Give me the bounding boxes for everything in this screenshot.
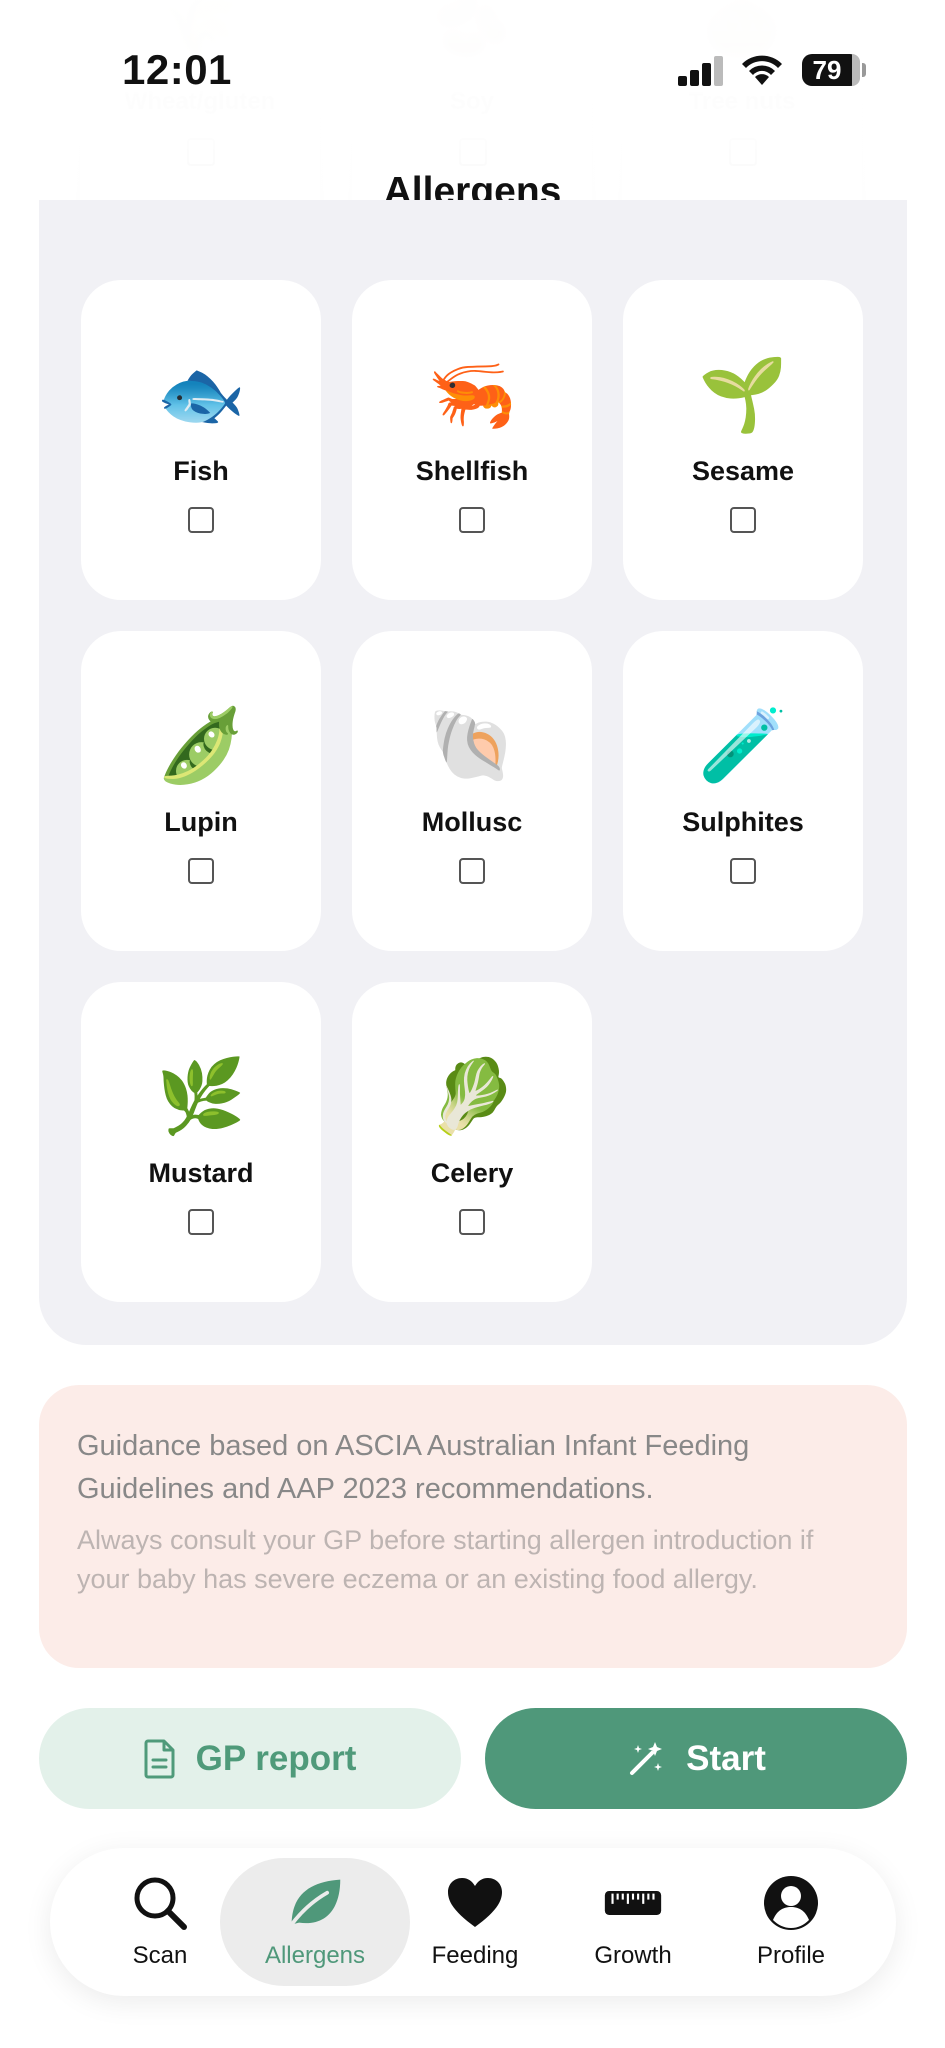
pea-pod-icon: 🫛 [156, 706, 246, 786]
allergen-label: Sesame [691, 456, 795, 486]
status-bar: 12:01 79 [0, 0, 945, 140]
battery-tip [862, 63, 866, 77]
tab-allergens[interactable]: Allergens [220, 1848, 410, 1996]
shell-icon: 🐚 [427, 706, 517, 786]
allergen-checkbox[interactable] [188, 858, 214, 884]
fish-icon: 🐟 [156, 355, 246, 435]
cellular-signal-icon [678, 56, 726, 86]
heart-icon [446, 1874, 504, 1932]
allergen-checkbox[interactable] [459, 1209, 485, 1235]
document-icon [144, 1739, 175, 1778]
allergen-checkbox[interactable] [187, 138, 215, 166]
status-time: 12:01 [122, 46, 232, 93]
allergen-label: Shellfish [415, 456, 529, 486]
start-button[interactable]: Start [485, 1708, 907, 1809]
test-tube-icon: 🧪 [698, 706, 788, 786]
allergen-card-lupin[interactable]: 🫛 Lupin [81, 631, 321, 951]
allergen-label: Mustard [148, 1158, 254, 1188]
allergen-checkbox[interactable] [459, 858, 485, 884]
start-label: Start [686, 1738, 766, 1778]
allergen-label: Mollusc [421, 807, 523, 837]
allergen-label: Sulphites [682, 807, 804, 837]
allergen-label: Celery [430, 1158, 514, 1188]
tab-growth[interactable]: Growth [548, 1848, 718, 1996]
allergen-checkbox[interactable] [188, 507, 214, 533]
allergen-label: Lupin [164, 807, 238, 837]
allergen-card-shellfish[interactable]: 🦐 Shellfish [352, 280, 592, 600]
allergen-card-celery[interactable]: 🥬 Celery [352, 982, 592, 1302]
battery-level: 79 [812, 55, 842, 85]
allergen-checkbox[interactable] [730, 507, 756, 533]
allergen-card-sulphites[interactable]: 🧪 Sulphites [623, 631, 863, 951]
allergen-label: Fish [173, 456, 229, 486]
wifi-icon [742, 55, 782, 85]
allergen-card-mustard[interactable]: 🌿 Mustard [81, 982, 321, 1302]
tab-label: Profile [756, 1942, 826, 1969]
leafy-green-icon: 🥬 [427, 1057, 517, 1137]
guidance-primary-text: Guidance based on ASCIA Australian Infan… [77, 1430, 750, 1505]
allergen-checkbox[interactable] [188, 1209, 214, 1235]
tab-label: Growth [594, 1942, 672, 1969]
guidance-note: Guidance based on ASCIA Australian Infan… [39, 1385, 907, 1668]
allergen-checkbox[interactable] [730, 858, 756, 884]
allergen-checkbox[interactable] [459, 138, 487, 166]
tab-label: Feeding [431, 1942, 519, 1969]
tab-feeding[interactable]: Feeding [390, 1848, 560, 1996]
gp-report-label: GP report [195, 1738, 357, 1778]
allergen-card-mollusc[interactable]: 🐚 Mollusc [352, 631, 592, 951]
shrimp-icon: 🦐 [427, 355, 517, 435]
tab-bar: Scan Allergens Feeding Growth Profile [50, 1848, 896, 1996]
tab-profile[interactable]: Profile [706, 1848, 876, 1996]
allergen-checkbox[interactable] [729, 138, 757, 166]
search-icon [131, 1874, 189, 1932]
guidance-secondary-text: Always consult your GP before starting a… [77, 1525, 814, 1594]
seedling-icon: 🌱 [698, 355, 788, 435]
herb-icon: 🌿 [156, 1057, 246, 1137]
battery-icon: 79 [802, 54, 860, 86]
magic-wand-icon [630, 1741, 663, 1775]
ruler-icon [604, 1874, 662, 1932]
tab-label: Scan [132, 1942, 188, 1969]
person-circle-icon [762, 1874, 820, 1932]
allergen-checkbox[interactable] [459, 507, 485, 533]
allergen-card-fish[interactable]: 🐟 Fish [81, 280, 321, 600]
allergen-card-sesame[interactable]: 🌱 Sesame [623, 280, 863, 600]
leaf-icon [286, 1874, 344, 1932]
allergen-grid-panel: 🐟 Fish 🦐 Shellfish 🌱 Sesame 🫛 Lupin 🐚 Mo… [39, 200, 907, 1345]
tab-label: Allergens [264, 1942, 366, 1969]
gp-report-button[interactable]: GP report [39, 1708, 461, 1809]
